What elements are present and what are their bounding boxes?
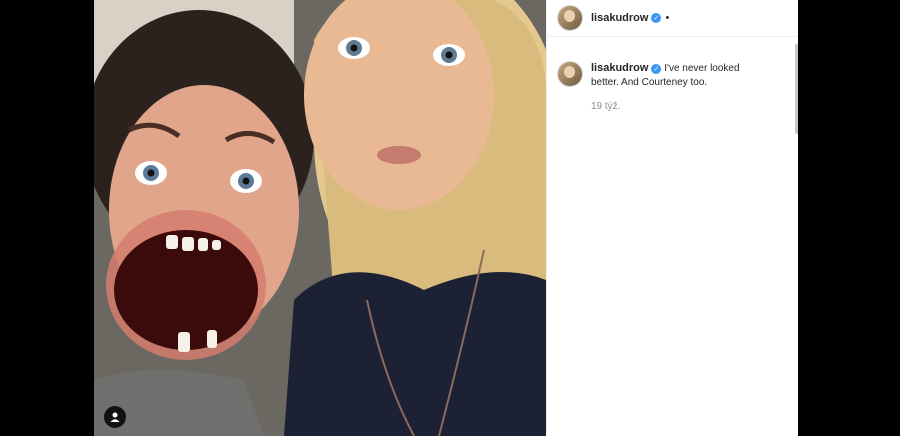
- post-details: lisakudrow ✓ • lisakudrow ✓ I've never lo…: [546, 0, 798, 436]
- user-tag-icon[interactable]: [104, 406, 126, 428]
- caption-body: lisakudrow ✓ I've never looked better. An…: [591, 61, 761, 114]
- caption-comment: lisakudrow ✓ I've never looked better. An…: [547, 37, 798, 114]
- avatar[interactable]: [557, 5, 583, 31]
- person-glyph: [110, 412, 120, 422]
- caption-username[interactable]: lisakudrow: [591, 62, 648, 74]
- caption-avatar[interactable]: [557, 61, 583, 87]
- scrollbar[interactable]: [795, 44, 798, 134]
- verified-badge-icon: ✓: [651, 13, 662, 23]
- selfie-image: [94, 0, 546, 436]
- header-username[interactable]: lisakudrow: [591, 12, 648, 24]
- post-header: lisakudrow ✓ •: [547, 0, 798, 37]
- follow-separator: •: [665, 12, 670, 24]
- verified-badge-icon: ✓: [651, 64, 662, 74]
- post-modal: lisakudrow ✓ • lisakudrow ✓ I've never lo…: [94, 0, 798, 436]
- post-timestamp[interactable]: 19 týž.: [591, 100, 761, 114]
- post-photo[interactable]: [94, 0, 546, 436]
